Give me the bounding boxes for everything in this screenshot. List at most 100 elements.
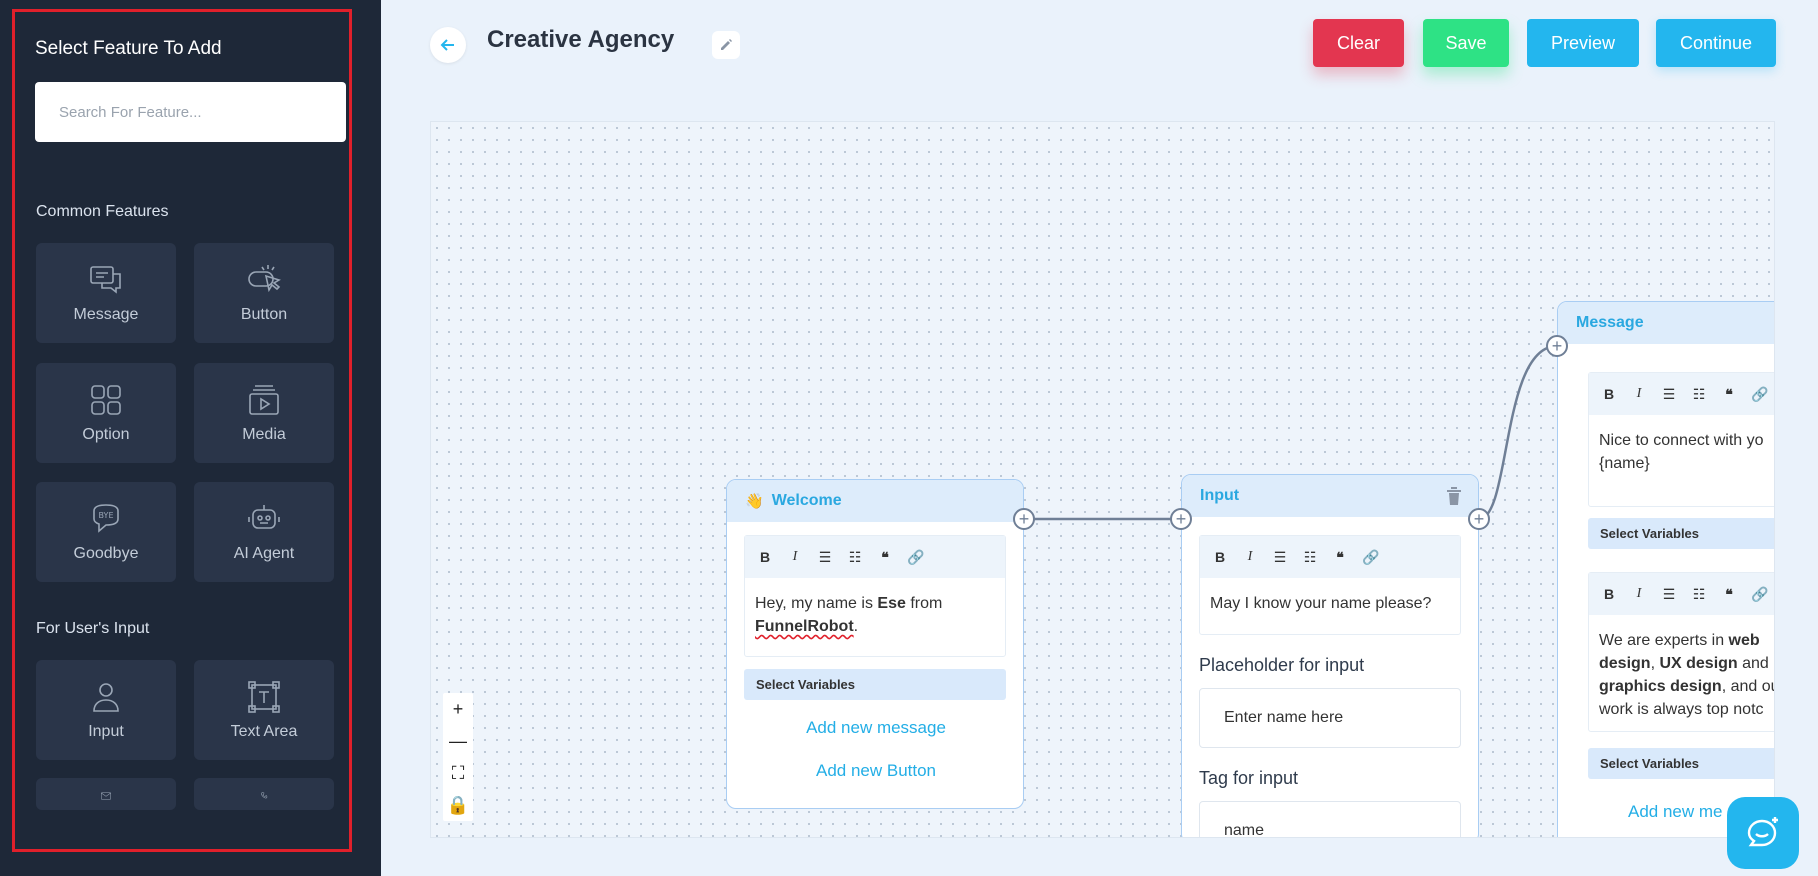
select-variables-button[interactable]: Select Variables <box>1588 748 1774 779</box>
message-node-header[interactable]: Message <box>1558 302 1774 344</box>
feature-email-partial[interactable] <box>36 778 176 810</box>
numbered-list-icon[interactable]: ☷ <box>1691 386 1707 403</box>
editor-content[interactable]: Nice to connect with yo {name} <box>1589 415 1774 489</box>
tag-input[interactable]: name <box>1199 801 1461 837</box>
lock-icon[interactable]: 🔒 <box>447 796 469 814</box>
feature-media[interactable]: Media <box>194 363 334 463</box>
feature-label: Button <box>240 306 288 323</box>
preview-button[interactable]: Preview <box>1527 19 1639 67</box>
text-area-icon <box>248 681 280 713</box>
italic-icon[interactable]: I <box>1242 549 1258 565</box>
node-title: Input <box>1200 487 1240 504</box>
text-bold-segment: Ese <box>877 595 906 612</box>
message-editor-1[interactable]: B I ☰ ☷ ❝ 🔗 Nice to connect with yo {name… <box>1588 372 1774 507</box>
link-icon[interactable]: 🔗 <box>1751 386 1768 403</box>
zoom-out-icon[interactable]: — <box>449 732 467 750</box>
message-node[interactable]: Message B I ☰ ☷ ❝ 🔗 Nice to connect with… <box>1557 301 1775 837</box>
italic-icon[interactable]: I <box>1631 386 1647 402</box>
welcome-node-header[interactable]: 👋 Welcome <box>727 480 1023 522</box>
page-title: Creative Agency <box>487 26 675 53</box>
editor-content[interactable]: Hey, my name is Ese from FunnelRobot. <box>745 578 1005 652</box>
message-editor-2[interactable]: B I ☰ ☷ ❝ 🔗 We are experts in web design,… <box>1588 572 1775 735</box>
bold-icon[interactable]: B <box>757 549 773 565</box>
italic-icon[interactable]: I <box>787 549 803 565</box>
select-variables-button[interactable]: Select Variables <box>1588 518 1774 549</box>
bullet-list-icon[interactable]: ☰ <box>1272 549 1288 566</box>
numbered-list-icon[interactable]: ☷ <box>1302 549 1318 566</box>
text-segment: Hey, my name is <box>755 595 878 612</box>
link-icon[interactable]: 🔗 <box>907 549 924 566</box>
feature-button[interactable]: Button <box>194 243 334 343</box>
bold-icon[interactable]: B <box>1212 549 1228 565</box>
feature-label: Message <box>73 306 139 323</box>
message-input-handle[interactable]: + <box>1546 335 1568 357</box>
arrow-left-icon <box>440 39 454 51</box>
continue-button[interactable]: Continue <box>1656 19 1776 67</box>
feature-label: Text Area <box>230 723 298 740</box>
flow-canvas[interactable]: 👋 Welcome B I ☰ ☷ ❝ 🔗 Hey, my name is Es… <box>430 121 1775 838</box>
add-new-message-link[interactable]: Add new message <box>727 718 1023 738</box>
feature-label: Media <box>242 426 286 443</box>
editor-toolbar: B I ☰ ☷ ❝ 🔗 <box>1589 373 1774 415</box>
bold-icon[interactable]: B <box>1601 386 1617 402</box>
text-segment: {name} <box>1599 455 1650 472</box>
zoom-in-icon[interactable]: + <box>453 700 464 718</box>
welcome-editor[interactable]: B I ☰ ☷ ❝ 🔗 Hey, my name is Ese from Fun… <box>744 535 1006 657</box>
welcome-output-handle[interactable]: + <box>1013 508 1035 530</box>
input-node[interactable]: Input B I ☰ ☷ ❝ 🔗 May I know your name p… <box>1181 474 1479 837</box>
quote-icon[interactable]: ❝ <box>1721 586 1737 603</box>
bold-icon[interactable]: B <box>1601 586 1617 602</box>
editor-content[interactable]: May I know your name please? <box>1200 578 1460 629</box>
link-icon[interactable]: 🔗 <box>1362 549 1379 566</box>
edit-title-button[interactable] <box>712 31 740 59</box>
node-title: Welcome <box>771 492 842 509</box>
text-segment: We are experts in <box>1599 632 1729 649</box>
common-features-heading: Common Features <box>36 203 169 220</box>
input-input-handle[interactable]: + <box>1170 508 1192 530</box>
user-icon <box>93 683 119 712</box>
message-icon <box>90 266 121 294</box>
input-output-handle[interactable]: + <box>1468 508 1490 530</box>
feature-text-area[interactable]: Text Area <box>194 660 334 760</box>
trash-icon[interactable] <box>1446 487 1462 505</box>
feature-message[interactable]: Message <box>36 243 176 343</box>
text-segment: and <box>1737 655 1769 672</box>
editor-content[interactable]: We are experts in web design, UX design a… <box>1589 615 1775 735</box>
bullet-list-icon[interactable]: ☰ <box>817 549 833 566</box>
numbered-list-icon[interactable]: ☷ <box>847 549 863 566</box>
input-editor[interactable]: B I ☰ ☷ ❝ 🔗 May I know your name please? <box>1199 535 1461 635</box>
svg-text:BYE: BYE <box>99 511 114 520</box>
back-button[interactable] <box>430 27 466 63</box>
text-bold-segment: UX design <box>1659 655 1738 672</box>
save-button[interactable]: Save <box>1423 19 1509 67</box>
feature-label: Option <box>82 426 130 443</box>
chat-icon <box>1747 817 1778 847</box>
quote-icon[interactable]: ❝ <box>877 549 893 566</box>
user-input-heading: For User's Input <box>36 620 150 637</box>
numbered-list-icon[interactable]: ☷ <box>1691 586 1707 603</box>
feature-search-input[interactable] <box>35 82 346 142</box>
fit-view-icon[interactable]: ⛶ <box>452 764 465 782</box>
input-node-header[interactable]: Input <box>1182 475 1478 517</box>
select-variables-button[interactable]: Select Variables <box>744 669 1006 700</box>
quote-icon[interactable]: ❝ <box>1721 386 1737 403</box>
option-icon <box>91 385 121 415</box>
pencil-icon <box>721 39 732 50</box>
quote-icon[interactable]: ❝ <box>1332 549 1348 566</box>
text-bold-segment: web <box>1728 632 1760 649</box>
bullet-list-icon[interactable]: ☰ <box>1661 586 1677 603</box>
feature-phone-partial[interactable] <box>194 778 334 810</box>
italic-icon[interactable]: I <box>1631 586 1647 602</box>
add-new-button-link[interactable]: Add new Button <box>727 761 1023 781</box>
welcome-node[interactable]: 👋 Welcome B I ☰ ☷ ❝ 🔗 Hey, my name is Es… <box>726 479 1024 809</box>
bullet-list-icon[interactable]: ☰ <box>1661 386 1677 403</box>
feature-option[interactable]: Option <box>36 363 176 463</box>
support-chat-button[interactable] <box>1727 797 1799 869</box>
feature-goodbye[interactable]: BYE Goodbye <box>36 482 176 582</box>
link-icon[interactable]: 🔗 <box>1751 586 1768 603</box>
clear-button[interactable]: Clear <box>1313 19 1404 67</box>
feature-input[interactable]: Input <box>36 660 176 760</box>
placeholder-input[interactable]: Enter name here <box>1199 688 1461 748</box>
feature-ai-agent[interactable]: AI Agent <box>194 482 334 582</box>
text-segment: , and ou <box>1721 678 1775 695</box>
